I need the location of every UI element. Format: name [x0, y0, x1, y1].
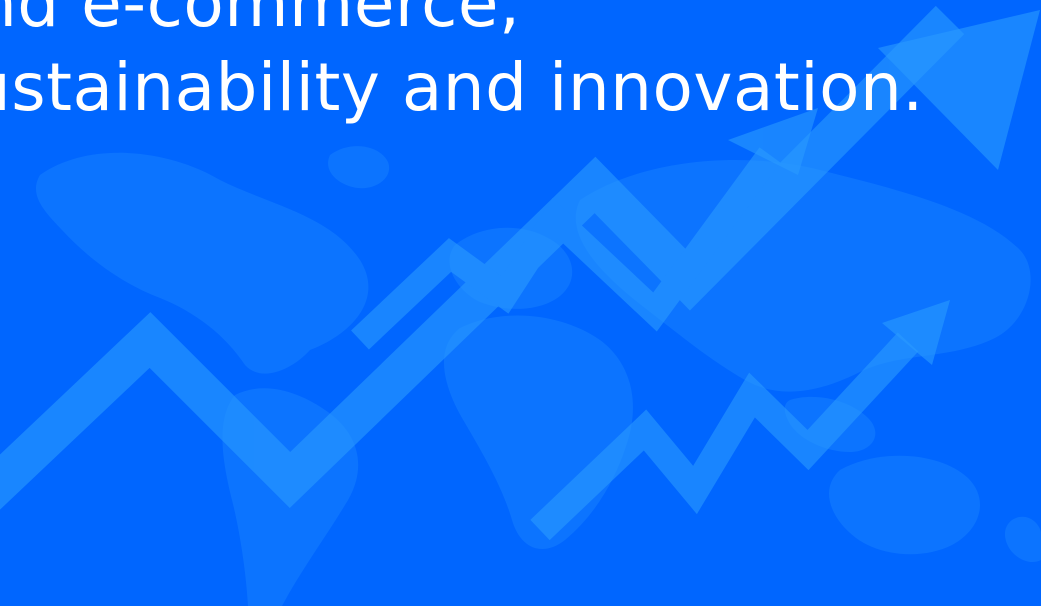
hero-banner: and e-commerce, sustainability and innov…	[0, 0, 1041, 606]
hero-headline-line-1: and e-commerce,	[0, 0, 521, 42]
hero-headline: and e-commerce, sustainability and innov…	[0, 0, 924, 130]
hero-headline-line-2: sustainability and innovation.	[0, 49, 924, 126]
